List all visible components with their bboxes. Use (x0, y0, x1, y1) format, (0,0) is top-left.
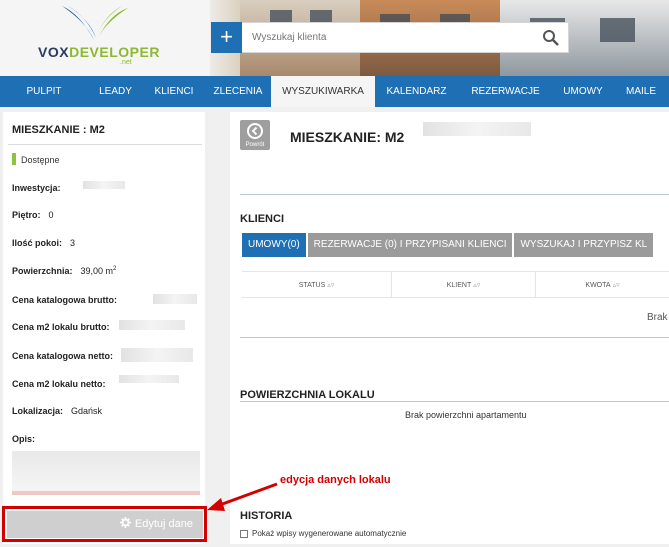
nav-wyszukiwarka[interactable]: WYSZUKIWARKA (271, 76, 375, 107)
divider (240, 337, 669, 338)
add-button[interactable]: + (211, 21, 242, 53)
divider (240, 401, 669, 402)
redacted-value (121, 348, 193, 362)
redacted-value (119, 320, 185, 330)
clients-table-header: STATUS ▵▿ KLIENT ▵▿ KWOTA ▵▿ (242, 271, 669, 298)
nav-maile[interactable]: MAILE (613, 76, 669, 107)
field-inwestycja: Inwestycja: (12, 183, 61, 193)
field-powierzchnia: Powierzchnia: 39,00 m2 (12, 266, 117, 276)
page-title: MIESZKANIE: M2 (290, 129, 405, 145)
tab-umowy[interactable]: UMOWY(0) (242, 233, 306, 257)
field-opis: Opis: (12, 434, 36, 444)
field-pietro: Piętro: 0 (12, 210, 54, 220)
header: VOXDEVELOPER .net + (0, 0, 669, 76)
field-cena-kat-brutto: Cena katalogowa brutto: (12, 295, 118, 305)
back-arrow-icon (247, 123, 263, 139)
logo[interactable]: VOXDEVELOPER .net (0, 0, 210, 76)
redacted-value (83, 181, 125, 189)
annotation-arrow-icon (207, 482, 278, 511)
search-input[interactable] (242, 23, 542, 52)
nav-zlecenia[interactable]: ZLECENIA (205, 76, 271, 107)
logo-suffix: .net (120, 59, 132, 66)
divider (240, 194, 669, 195)
nav-pulpit[interactable]: PULPIT (0, 76, 88, 107)
clients-tabs: UMOWY(0) REZERWACJE (0) I PRZYPISANI KLI… (242, 233, 655, 257)
tab-rezerwacje[interactable]: REZERWACJE (0) I PRZYPISANI KLIENCI (307, 233, 513, 257)
nav-umowy[interactable]: UMOWY (553, 76, 613, 107)
redacted-value (119, 375, 179, 383)
status-indicator (12, 153, 16, 165)
field-cena-m2-netto: Cena m2 lokalu netto: (12, 379, 106, 389)
empty-table-message: Brak (647, 312, 668, 323)
search-icon[interactable] (542, 29, 560, 47)
search-box: + (211, 21, 569, 53)
back-button[interactable]: Powrót (240, 120, 270, 150)
tab-wyszukaj[interactable]: WYSZUKAJ I PRZYPISZ KL (514, 233, 654, 257)
clients-section-title: KLIENCI (240, 213, 284, 225)
property-details-panel: MIESZKANIE : M2 Dostępne Inwestycja: Pię… (3, 112, 205, 544)
logo-text: VOXDEVELOPER (38, 44, 160, 60)
logo-wing-icon (62, 6, 128, 40)
main-nav: PULPIT LEADY KLIENCI ZLECENIA WYSZUKIWAR… (0, 76, 669, 107)
column-header-kwota[interactable]: KWOTA ▵▿ (536, 272, 669, 297)
field-lokalizacja: Lokalizacja: Gdańsk (12, 406, 103, 416)
area-section-title: POWIERZCHNIA LOKALU (240, 389, 375, 401)
back-label: Powrót (245, 142, 265, 148)
description-underline (12, 491, 200, 495)
sort-icon: ▵▿ (612, 282, 620, 289)
field-pokoje: Ilość pokoi: 3 (12, 238, 76, 248)
column-header-status[interactable]: STATUS ▵▿ (242, 272, 392, 297)
column-header-klient[interactable]: KLIENT ▵▿ (392, 272, 536, 297)
description-box (12, 451, 200, 491)
nav-leady[interactable]: LEADY (88, 76, 143, 107)
property-title: MIESZKANIE : M2 (12, 124, 105, 136)
field-cena-m2-brutto: Cena m2 lokalu brutto: (12, 322, 110, 332)
redacted-value (153, 294, 197, 304)
redacted-value (423, 122, 531, 136)
highlight-frame (2, 506, 207, 542)
auto-entries-label: Pokaż wpisy wygenerowane automatycznie (252, 529, 407, 538)
sort-icon: ▵▿ (327, 282, 335, 289)
nav-rezerwacje[interactable]: REZERWACJE (458, 76, 553, 107)
field-cena-kat-netto: Cena katalogowa netto: (12, 351, 114, 361)
area-empty-message: Brak powierzchni apartamentu (405, 410, 527, 420)
divider (8, 144, 202, 145)
auto-entries-checkbox[interactable] (240, 530, 248, 538)
annotation-label: edycja danych lokalu (280, 474, 391, 486)
status-label: Dostępne (21, 155, 60, 165)
nav-kalendarz[interactable]: KALENDARZ (375, 76, 458, 107)
nav-klienci[interactable]: KLIENCI (143, 76, 205, 107)
sort-icon: ▵▿ (473, 282, 481, 289)
